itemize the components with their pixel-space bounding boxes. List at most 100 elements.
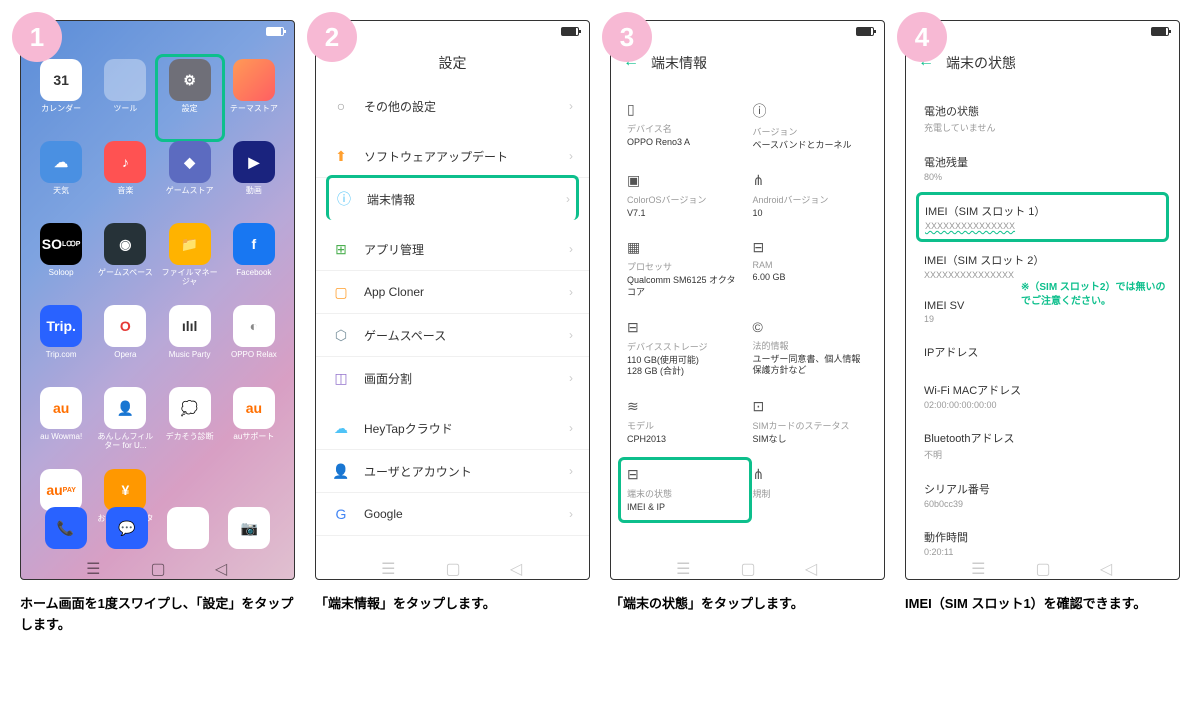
step-badge: 3	[602, 12, 652, 62]
app-icon: ♪	[104, 141, 146, 183]
app-Trip.com[interactable]: Trip.Trip.com	[31, 305, 91, 383]
nav-back-icon[interactable]: ◁	[215, 559, 229, 573]
status-item-電池残量[interactable]: 電池残量80%	[924, 144, 1161, 192]
device-info-grid[interactable]: ▯デバイス名OPPO Reno3 Aⓘバージョンベースバンドとカーネル▣Colo…	[611, 85, 884, 530]
info-label: 法的情報	[753, 339, 869, 352]
device-info-端末の状態[interactable]: ⊟端末の状態IMEI & IP	[618, 457, 752, 523]
android-navbar[interactable]: ☰ ▢ ◁	[906, 559, 1179, 573]
nav-back-icon[interactable]: ◁	[1100, 559, 1114, 573]
chevron-right-icon: ›	[566, 192, 570, 206]
settings-item-端末情報[interactable]: ⓘ端末情報›	[326, 175, 579, 220]
app-デカそう診断[interactable]: 💭デカそう診断	[160, 387, 220, 465]
status-item-IPアドレス[interactable]: IPアドレス	[924, 334, 1161, 372]
settings-item-HeyTapクラウド[interactable]: ☁HeyTapクラウド›	[316, 407, 589, 450]
device-info-モデル[interactable]: ≋モデルCPH2013	[627, 398, 743, 446]
app-あんしんフィルター for U...[interactable]: 👤あんしんフィルター for U...	[95, 387, 155, 465]
device-info-デバイス名[interactable]: ▯デバイス名OPPO Reno3 A	[627, 101, 743, 152]
settings-item-画面分割[interactable]: ◫画面分割›	[316, 357, 589, 399]
settings-item-icon: ▢	[332, 283, 350, 301]
settings-item-App Cloner[interactable]: ▢App Cloner›	[316, 271, 589, 314]
status-value: 60b0cc39	[924, 499, 1161, 509]
nav-home-icon[interactable]: ▢	[1035, 559, 1049, 573]
dock-phone[interactable]: 📞	[45, 507, 87, 549]
app-動画[interactable]: ▶動画	[224, 141, 284, 219]
nav-recent-icon[interactable]: ☰	[381, 559, 395, 573]
device-info-デバイスストレージ[interactable]: ⊟デバイスストレージ110 GB(使用可能)128 GB (合計)	[627, 319, 743, 378]
app-Soloop[interactable]: SOLꝎPSoloop	[31, 223, 91, 301]
nav-recent-icon[interactable]: ☰	[86, 559, 100, 573]
status-item-Bluetoothアドレス[interactable]: Bluetoothアドレス不明	[924, 420, 1161, 471]
dock[interactable]: 📞 💬 ◉ 📷	[21, 507, 294, 549]
settings-list[interactable]: ○その他の設定› ⬆ソフトウェアアップデート›ⓘ端末情報› ⊞アプリ管理›▢App …	[316, 85, 589, 579]
status-item-シリアル番号[interactable]: シリアル番号60b0cc39	[924, 471, 1161, 519]
settings-item-icon: ◫	[332, 369, 350, 387]
app-label: カレンダー	[41, 105, 81, 114]
settings-item-ソフトウェアアップデート[interactable]: ⬆ソフトウェアアップデート›	[316, 135, 589, 178]
status-item-電池の状態[interactable]: 電池の状態充電していません	[924, 93, 1161, 144]
home-app-grid[interactable]: 31カレンダーツール⚙設定テーマストア ☁天気 ♪ 音楽 ◆ゲームストア▶動画 SOLꝎP…	[21, 41, 294, 579]
settings-item-アプリ管理[interactable]: ⊞アプリ管理›	[316, 228, 589, 271]
app-Music Party[interactable]: ılılMusic Party	[160, 305, 220, 383]
app-label: OPPO Relax	[231, 351, 277, 360]
app-label: 音楽	[117, 187, 133, 196]
dock-chrome[interactable]: ◉	[167, 507, 209, 549]
android-navbar[interactable]: ☰ ▢ ◁	[611, 559, 884, 573]
device-info-法的情報[interactable]: ©法的情報ユーザー同意書、個人情報保護方針など	[753, 319, 869, 378]
settings-item-label: HeyTapクラウド	[364, 420, 453, 437]
app-テーマストア[interactable]: テーマストア	[224, 59, 284, 137]
app-ゲームストア[interactable]: ◆ゲームストア	[160, 141, 220, 219]
settings-item-Google[interactable]: GGoogle›	[316, 493, 589, 536]
info-value: 6.00 GB	[753, 272, 869, 284]
nav-back-icon[interactable]: ◁	[805, 559, 819, 573]
device-info-バージョン[interactable]: ⓘバージョンベースバンドとカーネル	[753, 101, 869, 152]
settings-item-label: ゲームスペース	[364, 327, 446, 344]
status-item-Wi-Fi MACアドレス[interactable]: Wi-Fi MACアドレス02:00:00:00:00:00	[924, 372, 1161, 420]
android-navbar[interactable]: ☰ ▢ ◁	[21, 559, 294, 573]
android-navbar[interactable]: ☰ ▢ ◁	[316, 559, 589, 573]
status-value: 0:20:11	[924, 547, 1161, 557]
nav-home-icon[interactable]: ▢	[740, 559, 754, 573]
device-info-ColorOSバージョン[interactable]: ▣ColorOSバージョンV7.1	[627, 172, 743, 220]
status-item-IMEI（SIM スロット 1）[interactable]: IMEI（SIM スロット 1）XXXXXXXXXXXXXXX	[916, 192, 1169, 242]
chevron-right-icon: ›	[569, 328, 573, 342]
app-auサポート[interactable]: auauサポート	[224, 387, 284, 465]
app-音楽[interactable]: ♪ 音楽	[95, 141, 155, 219]
settings-item-ゲームスペース[interactable]: ⬡ゲームスペース›	[316, 314, 589, 357]
nav-home-icon[interactable]: ▢	[150, 559, 164, 573]
step-caption: IMEI（SIM スロット1）を確認できます。	[905, 594, 1180, 615]
info-label: 規制	[753, 487, 869, 500]
nav-back-icon[interactable]: ◁	[510, 559, 524, 573]
nav-recent-icon[interactable]: ☰	[676, 559, 690, 573]
app-カレンダー[interactable]: 31カレンダー	[31, 59, 91, 137]
device-info-プロセッサ[interactable]: ▦プロセッサQualcomm SM6125 オクタコア	[627, 239, 743, 298]
settings-item-その他の設定[interactable]: ○その他の設定›	[316, 85, 589, 127]
device-info-規制[interactable]: ⋔規制	[753, 466, 869, 514]
device-info-Androidバージョン[interactable]: ⋔Androidバージョン10	[753, 172, 869, 220]
dock-camera[interactable]: 📷	[228, 507, 270, 549]
app-Facebook[interactable]: fFacebook	[224, 223, 284, 301]
app-Opera[interactable]: OOpera	[95, 305, 155, 383]
nav-home-icon[interactable]: ▢	[445, 559, 459, 573]
app-天気[interactable]: ☁天気	[31, 141, 91, 219]
nav-recent-icon[interactable]: ☰	[971, 559, 985, 573]
info-label: モデル	[627, 419, 743, 432]
status-label: 動作時間	[924, 529, 1161, 545]
status-list[interactable]: 電池の状態充電していません電池残量80%IMEI（SIM スロット 1）XXXX…	[906, 85, 1179, 575]
app-icon	[233, 59, 275, 101]
app-ゲームスペース[interactable]: ◉ゲームスペース	[95, 223, 155, 301]
dock-messages[interactable]: 💬	[106, 507, 148, 549]
info-icon: ≋	[627, 398, 743, 415]
device-info-SIMカードのステータス[interactable]: ⊡SIMカードのステータスSIMなし	[753, 398, 869, 446]
info-icon: ⓘ	[753, 101, 869, 121]
app-OPPO Relax[interactable]: ◐OPPO Relax	[224, 305, 284, 383]
app-ツール[interactable]: ツール	[95, 59, 155, 137]
app-au Wowma![interactable]: auau Wowma!	[31, 387, 91, 465]
settings-item-ユーザとアカウント[interactable]: 👤ユーザとアカウント›	[316, 450, 589, 493]
tutorial-steps: 1 31カレンダーツール⚙設定テーマストア☁天気♪音楽◆ゲームストア▶動画SOL…	[20, 20, 1180, 636]
app-label: デカそう診断	[166, 433, 214, 442]
app-設定[interactable]: ⚙設定	[155, 54, 225, 142]
device-info-RAM[interactable]: ⊟RAM6.00 GB	[753, 239, 869, 298]
app-ファイルマネージャ[interactable]: 📁ファイルマネージャ	[160, 223, 220, 301]
phone-settings: 設定 ○その他の設定›⬆ソフトウェアアップデート›ⓘ端末情報›⊞アプリ管理›▢A…	[315, 20, 590, 580]
app-icon	[104, 59, 146, 101]
